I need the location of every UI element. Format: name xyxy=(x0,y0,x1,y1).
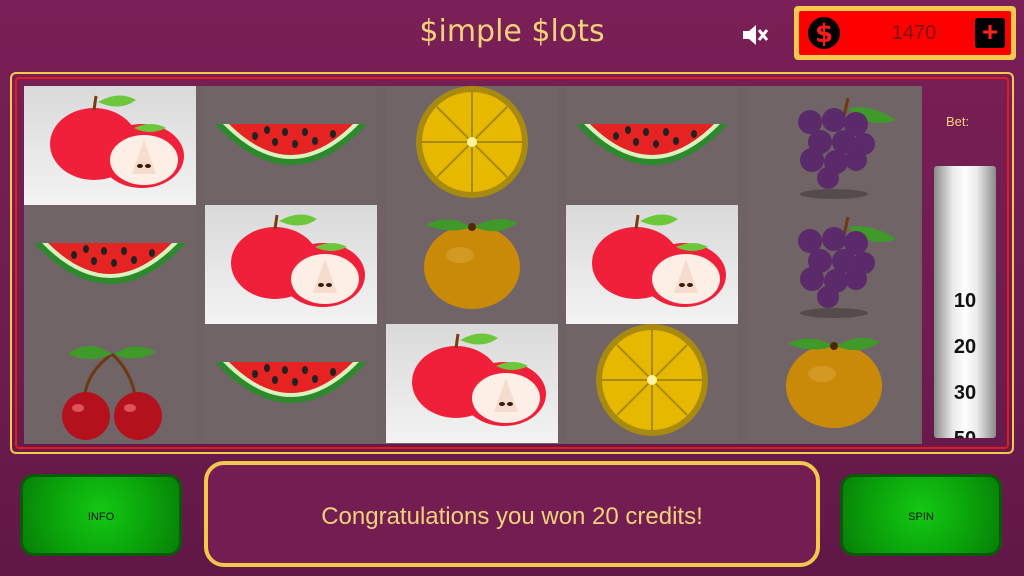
info-button[interactable]: INFO xyxy=(20,474,182,556)
reel-cell-apple xyxy=(205,205,377,324)
credit-balance: 1470 xyxy=(891,22,937,44)
info-button-label: INFO xyxy=(87,511,115,523)
bet-selector-wheel[interactable]: 10 20 30 50 xyxy=(934,166,996,438)
svg-text:$: $ xyxy=(815,19,833,49)
orange-slice-icon xyxy=(416,86,528,198)
reel-cell-orange xyxy=(386,205,558,324)
dollar-icon: $ xyxy=(808,17,840,49)
bet-option[interactable]: 20 xyxy=(934,336,996,359)
apple-icon xyxy=(231,214,365,307)
reel-cell-apple xyxy=(24,86,196,205)
grapes-icon xyxy=(798,97,896,199)
grapes-icon xyxy=(798,216,896,318)
reel-cell-apple xyxy=(566,205,738,324)
apple-icon xyxy=(412,333,546,426)
orange-icon xyxy=(424,218,520,309)
reel-cell-watermelon xyxy=(205,86,377,205)
message-panel: Congratulations you won 20 credits! xyxy=(204,461,820,567)
spin-button-label: SPIN xyxy=(908,511,934,523)
reel-cell-grapes xyxy=(748,205,920,324)
reel-cell-orange xyxy=(748,324,920,443)
reel-cell-watermelon xyxy=(566,86,738,205)
orange-slice-icon xyxy=(596,324,708,436)
bet-label: Bet: xyxy=(946,114,970,129)
win-message: Congratulations you won 20 credits! xyxy=(321,503,703,530)
reel-cell-watermelon xyxy=(24,205,196,324)
bet-option[interactable]: 10 xyxy=(934,290,996,313)
reel-cell-cherries xyxy=(24,324,196,443)
spin-button[interactable]: SPIN xyxy=(840,474,1002,556)
reel-cell-orange-slice xyxy=(566,324,738,443)
add-credits-button[interactable]: + xyxy=(975,18,1005,48)
cherries-icon xyxy=(62,346,162,440)
slot-reels xyxy=(24,86,922,444)
bet-option[interactable]: 50 xyxy=(934,428,996,438)
credit-inner: $ 1470 + xyxy=(799,11,1011,55)
bet-option[interactable]: 30 xyxy=(934,382,996,405)
apple-icon xyxy=(592,214,726,307)
watermelon-icon xyxy=(34,243,186,284)
apple-icon xyxy=(50,95,184,188)
watermelon-icon xyxy=(215,362,367,403)
reel-cell-orange-slice xyxy=(386,86,558,205)
reel-cell-grapes xyxy=(748,86,920,205)
watermelon-icon xyxy=(215,124,367,165)
orange-icon xyxy=(786,337,882,428)
speaker-muted-icon[interactable] xyxy=(740,20,770,50)
reel-cell-watermelon xyxy=(205,324,377,443)
reel-cell-apple xyxy=(386,324,558,443)
watermelon-icon xyxy=(576,124,728,165)
credit-panel: $ 1470 + xyxy=(794,6,1016,60)
